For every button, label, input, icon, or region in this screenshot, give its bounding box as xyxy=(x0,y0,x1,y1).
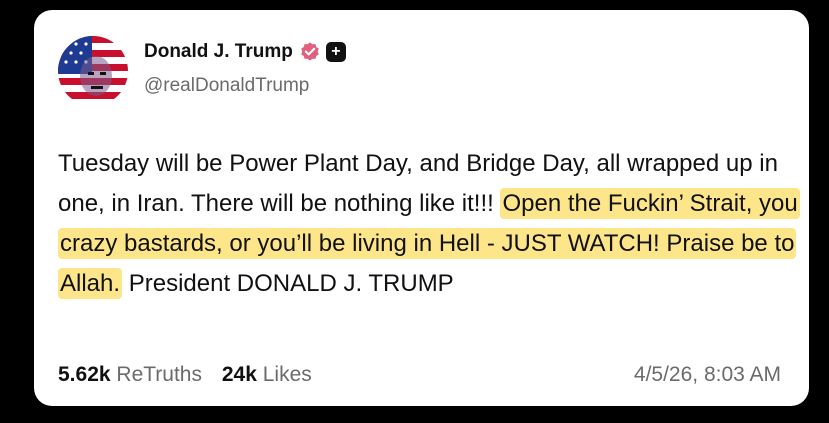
post-timestamp[interactable]: 4/5/26, 8:03 AM xyxy=(634,363,781,387)
post-text-signature: President DONALD J. TRUMP xyxy=(122,270,454,297)
retruths-label: ReTruths xyxy=(116,363,202,386)
flag-face-avatar-icon xyxy=(58,36,128,106)
likes-count: 24k xyxy=(221,363,257,386)
author-handle[interactable]: @realDonaldTrump xyxy=(144,75,309,97)
likes-stat[interactable]: 24k Likes xyxy=(222,363,312,386)
likes-label: Likes xyxy=(262,363,312,386)
verified-badge-icon xyxy=(301,42,319,61)
author-row: Donald J. Trump + xyxy=(144,41,346,63)
engagement-stats: 5.62k ReTruths 24k Likes xyxy=(58,363,326,387)
post-card: Donald J. Trump + @realDonaldTrump Tuesd… xyxy=(34,10,809,406)
retruths-stat[interactable]: 5.62k ReTruths xyxy=(58,363,202,386)
avatar[interactable] xyxy=(58,36,128,106)
author-name[interactable]: Donald J. Trump xyxy=(144,41,293,63)
retruths-count: 5.62k xyxy=(58,363,111,386)
plus-badge-icon: + xyxy=(325,42,346,62)
post-text: Tuesday will be Power Plant Day, and Bri… xyxy=(58,144,800,304)
